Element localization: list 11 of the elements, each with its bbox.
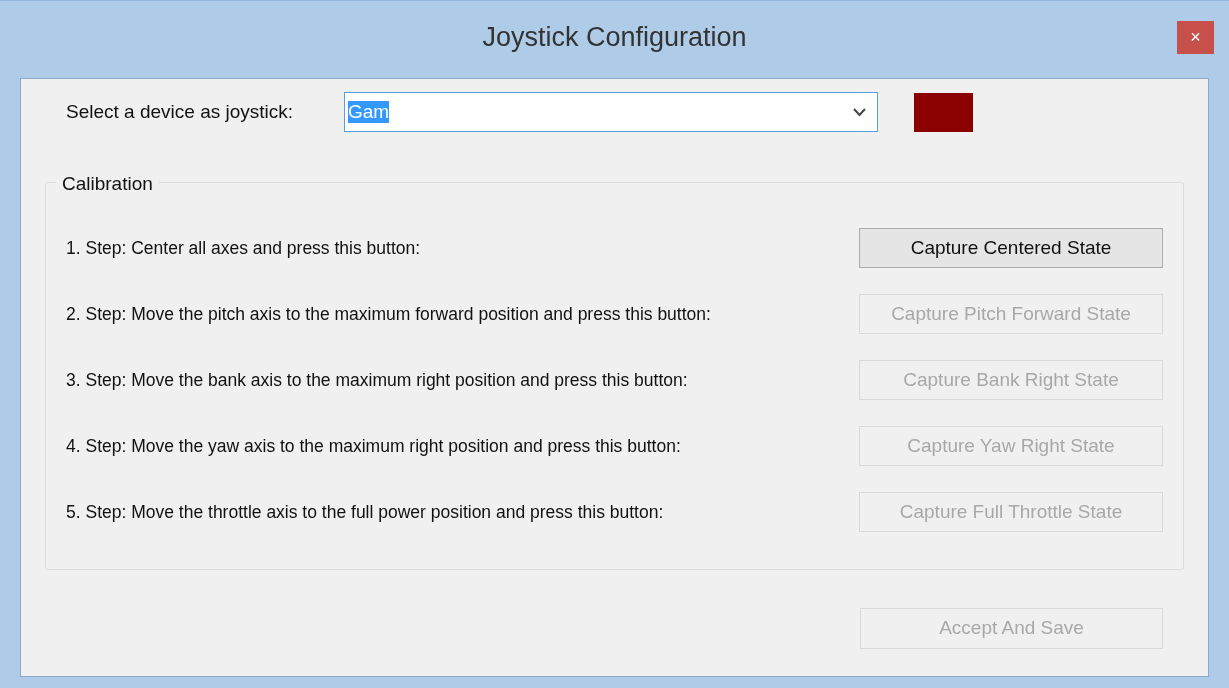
- chevron-down-icon: [853, 107, 866, 117]
- window-title: Joystick Configuration: [482, 21, 747, 55]
- device-dropdown[interactable]: Gam: [344, 92, 878, 132]
- step-instruction: 4. Step: Move the yaw axis to the maximum right position and press this button:: [66, 434, 682, 458]
- close-button[interactable]: ×: [1177, 21, 1214, 54]
- step-instruction: 3. Step: Move the bank axis to the maximum right position and press this button:: [66, 368, 689, 392]
- device-label: Select a device as joystick:: [66, 99, 295, 124]
- step-instruction: 2. Step: Move the pitch axis to the maximum forward position and press this button:: [66, 302, 712, 326]
- step-instruction: 1. Step: Center all axes and press this button:: [66, 236, 422, 260]
- step-instruction: 5. Step: Move the throttle axis to the full power position and press this button:: [66, 500, 665, 524]
- capture-button[interactable]: Capture Centered State: [859, 228, 1163, 268]
